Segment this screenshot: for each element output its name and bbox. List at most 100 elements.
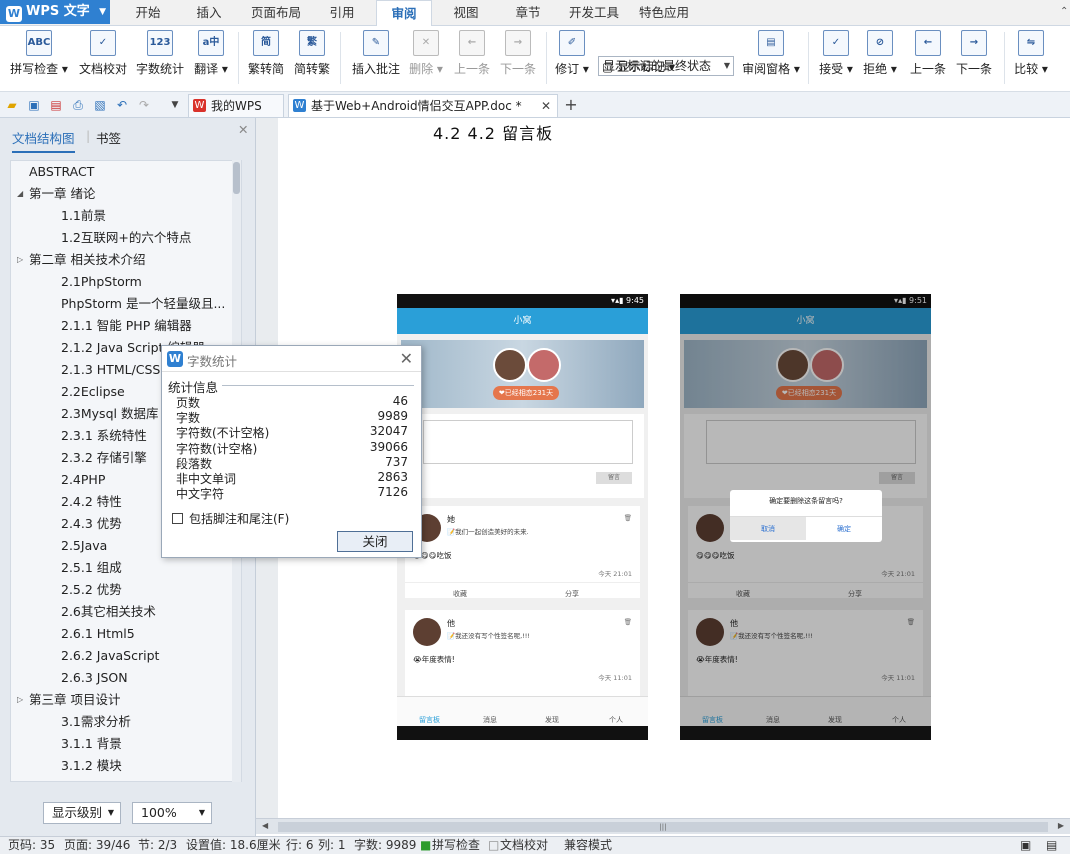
app-name: WPS 文字 (26, 4, 90, 19)
status-word-count[interactable]: 字数: 9989 (354, 837, 416, 854)
phone-title: 小窝 (397, 308, 648, 334)
prev-change-icon: ← (915, 30, 941, 56)
print-preview-icon[interactable]: ▧ (93, 98, 107, 112)
close-pane-icon[interactable]: ✕ (238, 122, 248, 137)
revise-button[interactable]: ✐ 修订 ▾ (554, 30, 590, 86)
dialog-titlebar[interactable]: W 字数统计 ✕ (162, 346, 421, 372)
simp-to-trad-button[interactable]: 繁简转繁 (292, 30, 332, 86)
customize-dropdown-icon[interactable]: ▼ (168, 98, 182, 112)
collapsed-icon[interactable]: ▷ (17, 777, 23, 781)
status-doc-proof[interactable]: 文档校对 (500, 837, 548, 854)
card-signature: 📝我还没有写个性签名呢,!!! (447, 632, 530, 640)
save-icon[interactable]: ▣ (27, 98, 41, 112)
doc-proof-button[interactable]: ✓ 文档校对 (76, 30, 130, 86)
scroll-thumb[interactable]: ||| (278, 822, 1048, 832)
delete-comment-button[interactable]: ✕ 删除 ▾ (408, 30, 444, 86)
phone-system-bar (397, 726, 648, 740)
insert-comment-button[interactable]: ✎ 插入批注 (350, 30, 402, 86)
collapsed-icon[interactable]: ▷ (17, 249, 23, 271)
trad-to-simp-button[interactable]: 简繁转简 (246, 30, 286, 86)
outline-item[interactable]: 2.1.1 智能 PHP 编辑器 (11, 315, 241, 337)
tab-special[interactable]: 特色应用 (636, 0, 692, 26)
tab-page-layout[interactable]: 页面布局 (246, 0, 306, 26)
outline-item[interactable]: ABSTRACT (11, 161, 241, 183)
outline-item-label: 2.1PhpStorm (61, 274, 142, 289)
outline-item[interactable]: 2.6.2 JavaScript (11, 645, 241, 667)
translate-button[interactable]: a中 翻译 ▾ (192, 30, 230, 86)
status-spell-check[interactable]: 拼写检查 (432, 837, 480, 854)
tab-developer[interactable]: 开发工具 (566, 0, 622, 26)
include-footnotes-checkbox[interactable]: 包括脚注和尾注(F) (172, 510, 289, 527)
outline-item[interactable]: ◢ 第一章 绪论 (11, 183, 241, 205)
close-tab-icon[interactable]: ✕ (541, 95, 551, 117)
outline-item[interactable]: 3.1.2 模块 (11, 755, 241, 777)
tab-insert[interactable]: 插入 (186, 0, 232, 26)
stat-row: 段落数 737 (176, 455, 408, 471)
outline-item[interactable]: 2.5.2 优势 (11, 579, 241, 601)
next-change-button[interactable]: → 下一条 (954, 30, 994, 86)
tab-review[interactable]: 审阅 (376, 0, 432, 26)
collapse-ribbon-icon[interactable]: ⌃ (1060, 6, 1070, 17)
open-icon[interactable]: ▰ (5, 98, 19, 112)
close-button[interactable]: 关闭 (337, 531, 413, 552)
prev-change-button[interactable]: ← 上一条 (908, 30, 948, 86)
tab-start[interactable]: 开始 (126, 0, 170, 26)
scroll-left-icon[interactable]: ◀ (262, 821, 268, 830)
outline-item[interactable]: 3.1需求分析 (11, 711, 241, 733)
outline-item[interactable]: 3.1.1 背景 (11, 733, 241, 755)
horizontal-scrollbar[interactable]: ◀ ||| ▶ (256, 818, 1070, 834)
outline-item[interactable]: ▷ 3.2 数据库设计 (11, 777, 241, 781)
expanded-icon[interactable]: ◢ (17, 183, 23, 205)
outline-item[interactable]: 2.1PhpStorm (11, 271, 241, 293)
outline-item-label: 3.1需求分析 (61, 714, 131, 729)
doc-icon: W (293, 99, 306, 112)
show-markup-button[interactable]: ▢ 显示标记 ▾ (602, 58, 682, 78)
outline-item[interactable]: PhpStorm 是一个轻量级且... (11, 293, 241, 315)
chevron-down-icon: ▼ (107, 808, 114, 817)
phone-screenshot-2: ▾▴▮ 9:51 小窝 ❤已经相恋231天 留言 她 😋😋😋吃饭 今天 21:0… (680, 294, 931, 740)
new-tab-icon[interactable]: + (564, 97, 578, 113)
zoom-select[interactable]: 100% ▼ (132, 802, 212, 824)
scroll-right-icon[interactable]: ▶ (1058, 821, 1064, 830)
redo-icon[interactable]: ↷ (137, 98, 151, 112)
prev-comment-button[interactable]: ← 上一条 (452, 30, 492, 86)
outline-item[interactable]: 2.6.1 Html5 (11, 623, 241, 645)
card-time: 今天 11:01 (598, 674, 632, 682)
tab-view[interactable]: 视图 (444, 0, 488, 26)
tab-bookmark[interactable]: 书签 (96, 128, 121, 147)
scroll-thumb[interactable] (233, 162, 240, 194)
app-menu-button[interactable]: W WPS 文字 ▼ (0, 0, 110, 24)
tab-my-wps[interactable]: W 我的WPS (188, 94, 284, 117)
message-textbox (423, 420, 633, 464)
checkbox-icon[interactable] (172, 513, 183, 524)
collapsed-icon[interactable]: ▷ (17, 689, 23, 711)
next-comment-button[interactable]: → 下一条 (498, 30, 538, 86)
word-count-button[interactable]: 123 字数统计 (134, 30, 186, 86)
accept-button[interactable]: ✓ 接受 ▾ (818, 30, 854, 86)
outline-item[interactable]: 2.6其它相关技术 (11, 601, 241, 623)
reject-button[interactable]: ⊘ 拒绝 ▾ (862, 30, 898, 86)
export-pdf-icon[interactable]: ▤ (49, 98, 63, 112)
spell-check-button[interactable]: ABC 拼写检查 ▾ (8, 30, 70, 86)
outline-item[interactable]: 2.6.3 JSON (11, 667, 241, 689)
compare-button[interactable]: ⇋ 比较 ▾ (1012, 30, 1050, 86)
outline-item[interactable]: 1.1前景 (11, 205, 241, 227)
outline-item[interactable]: 1.2互联网+的六个特点 (11, 227, 241, 249)
level-select[interactable]: 显示级别 ▼ (43, 802, 121, 824)
send-button: 留言 (596, 472, 632, 484)
outline-item[interactable]: 2.5.1 组成 (11, 557, 241, 579)
close-icon[interactable]: ✕ (400, 349, 413, 368)
tab-current-document[interactable]: W 基于Web+Android情侣交互APP.doc * ✕ (288, 94, 558, 117)
outline-item[interactable]: ▷ 第三章 项目设计 (11, 689, 241, 711)
undo-icon[interactable]: ↶ (115, 98, 129, 112)
tab-reference[interactable]: 引用 (320, 0, 364, 26)
delete-confirm-dialog: 确定要删除这条留言吗? 取消 确定 (730, 490, 882, 542)
tab-chapter[interactable]: 章节 (506, 0, 550, 26)
fullscreen-icon[interactable]: ▣ (1020, 837, 1031, 854)
print-icon[interactable]: ⎙ (71, 98, 85, 112)
stat-row: 非中文单词 2863 (176, 470, 408, 486)
tab-outline[interactable]: 文档结构图 (12, 128, 75, 153)
review-pane-button[interactable]: ▤ 审阅窗格 ▾ (742, 30, 800, 86)
view-mode-icon[interactable]: ▤ (1046, 837, 1057, 854)
outline-item[interactable]: ▷ 第二章 相关技术介绍 (11, 249, 241, 271)
